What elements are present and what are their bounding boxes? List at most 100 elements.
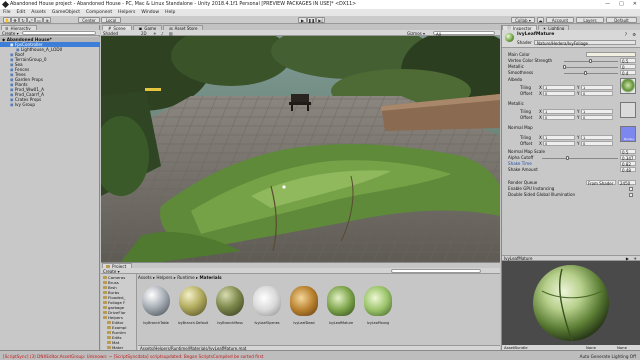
breadcrumb: Assets ▸ Helpers ▸ Runtime ▸ Materials [138,275,222,280]
cloud-button[interactable]: ☁ [537,17,544,23]
play-button[interactable]: ▶ [298,17,307,23]
material-asset[interactable]: IvyBranch.Default [175,282,211,328]
help-icon[interactable]: ? [625,32,627,37]
play-icon: ▶ [300,17,305,23]
rect-tool-button[interactable]: ▭ [35,17,43,23]
menu-file[interactable]: File [3,10,11,15]
metallic-slider[interactable] [564,66,618,68]
maximize-button[interactable]: □ [619,1,624,7]
gizmos-dropdown[interactable]: Gizmos ▾ [407,31,425,36]
shading-mode-dropdown[interactable]: Shaded [103,31,118,36]
menu-gameobject[interactable]: GameObject [52,10,80,15]
hierarchy-search-input[interactable] [22,30,96,36]
albedo-offset-y-field[interactable]: 0 [581,91,613,96]
smoothness-knob[interactable] [584,70,587,75]
settings-gear-icon[interactable]: ⚙ [632,32,636,37]
close-button[interactable]: ✕ [633,1,637,7]
hierarchy-item[interactable]: ◼ Ivy Group [0,102,100,107]
vertex-color-strength-knob[interactable] [589,58,592,63]
normal-offset-y-field[interactable]: 0 [581,141,613,146]
render-queue-dropdown[interactable]: From Shader [586,180,616,186]
material-asset[interactable]: IvyLeafYoung [360,282,396,328]
shake-amount-value[interactable]: 0.48 [620,167,636,173]
normal-map-label: Normal Map [508,125,533,130]
layout-dropdown[interactable]: Default [606,17,637,23]
breadcrumb-materials[interactable]: Materials [199,275,221,280]
albedo-tiling-x-field[interactable]: 1 [543,85,575,90]
pivot-toggle[interactable]: Center [78,17,100,23]
metallic-knob[interactable] [563,64,566,69]
breadcrumb-helpers[interactable]: Helpers [156,275,172,280]
gpu-instancing-checkbox[interactable] [629,186,633,191]
account-dropdown[interactable]: Account [546,17,574,23]
material-preview[interactable] [502,261,640,345]
shader-dropdown[interactable]: Nature/Hedera/IvyFoliage [534,39,636,46]
albedo-label: Albedo [508,77,523,82]
minimize-button[interactable]: — [605,1,610,7]
breadcrumb-assets[interactable]: Assets [138,275,152,280]
scene-view-panel: # Scene ▣ Game ⊞ Asset Store Shaded 2D ☀ ♪ … [101,25,500,262]
menu-help[interactable]: Help [165,10,175,15]
layers-dropdown[interactable]: Layers [576,17,604,23]
scale-tool-button[interactable]: ⤢ [27,17,35,23]
collab-dropdown[interactable]: Collab ▾ [511,17,535,23]
project-search-input[interactable] [391,268,481,274]
metallic-tiling-y-field[interactable]: 1 [581,109,613,114]
material-asset[interactable]: IvyBranchMoss [212,282,248,328]
breadcrumb-runtime[interactable]: Runtime [177,275,195,280]
move-tool-button[interactable]: ✥ [11,17,19,23]
space-toggle[interactable]: Local [101,17,121,23]
hierarchy-create-button[interactable]: Create ▾ [2,31,19,36]
albedo-texture-slot[interactable] [620,78,636,94]
normal-map-scale-value[interactable]: 0.5 [620,149,636,155]
material-asset[interactable]: IvyBranchTable [138,282,174,328]
albedo-tiling-label: Tiling [520,85,531,90]
effects-toggle-icon[interactable]: ▨ [169,31,173,36]
console-error-message[interactable]: [ScriptSync] (3) DNXEditor.AssetGroup: U… [3,354,263,359]
audio-toggle-icon[interactable]: ♪ [161,31,164,36]
project-create-button[interactable]: Create ▾ [103,269,120,274]
metallic-value[interactable]: 0 [620,64,636,70]
material-asset[interactable]: IvyLeafMature [323,282,359,328]
metallic-tiling-x-field[interactable]: 1 [543,109,575,114]
render-queue-label: Render Queue [508,180,538,185]
double-sided-gi-checkbox[interactable] [629,192,633,197]
transform-tool-button[interactable]: ⊕ [43,17,51,23]
normal-tiling-y-field[interactable]: 1 [581,135,613,140]
menu-edit[interactable]: Edit [17,10,26,15]
menu-component[interactable]: Component [86,10,112,15]
material-asset[interactable]: IvyLeafOpenes [249,282,285,328]
hand-tool-button[interactable]: ✋ [3,17,11,23]
alpha-cutoff-slider[interactable] [542,157,618,159]
metallic-offset-y-field[interactable]: 0 [581,115,613,120]
vertex-color-strength-value[interactable]: 0.5 [620,58,636,64]
2d-toggle[interactable]: 2D [141,31,147,36]
albedo-tiling-y-label: Y [577,85,580,90]
smoothness-slider[interactable] [564,72,618,74]
step-button[interactable]: ▶| [316,17,325,23]
menu-helpers[interactable]: Helpers [118,10,135,15]
albedo-offset-x-field[interactable]: 0 [543,91,575,96]
normal-texture-slot[interactable]: Bumpy [620,126,636,142]
metallic-offset-x-label: X [539,115,542,120]
scene-search-input[interactable]: All [433,30,495,37]
scene-viewport[interactable] [101,36,500,262]
normal-offset-x-field[interactable]: 0 [543,141,575,146]
metallic-offset-x-field[interactable]: 0 [543,115,575,120]
alpha-cutoff-value[interactable]: 0.347 [620,155,636,161]
menu-assets[interactable]: Assets [31,10,46,15]
menu-window[interactable]: Window [141,10,159,15]
rotate-tool-button[interactable]: ↻ [19,17,27,23]
normal-tiling-x-field[interactable]: 1 [543,135,575,140]
pause-button[interactable]: ❚❚ [307,17,316,23]
lighting-toggle-icon[interactable]: ☀ [153,31,157,36]
smoothness-value[interactable]: 0.4 [620,70,636,76]
albedo-tiling-y-field[interactable]: 1 [581,85,613,90]
material-asset[interactable]: IvyLeafDead [286,282,322,328]
folder-icon [107,336,111,339]
shake-time-value[interactable]: 0.82 [620,161,636,167]
main-color-swatch[interactable] [586,52,636,57]
alpha-cutoff-knob[interactable] [566,155,569,160]
render-queue-value[interactable]: 2450 [618,180,636,186]
metallic-texture-slot[interactable] [620,102,636,118]
